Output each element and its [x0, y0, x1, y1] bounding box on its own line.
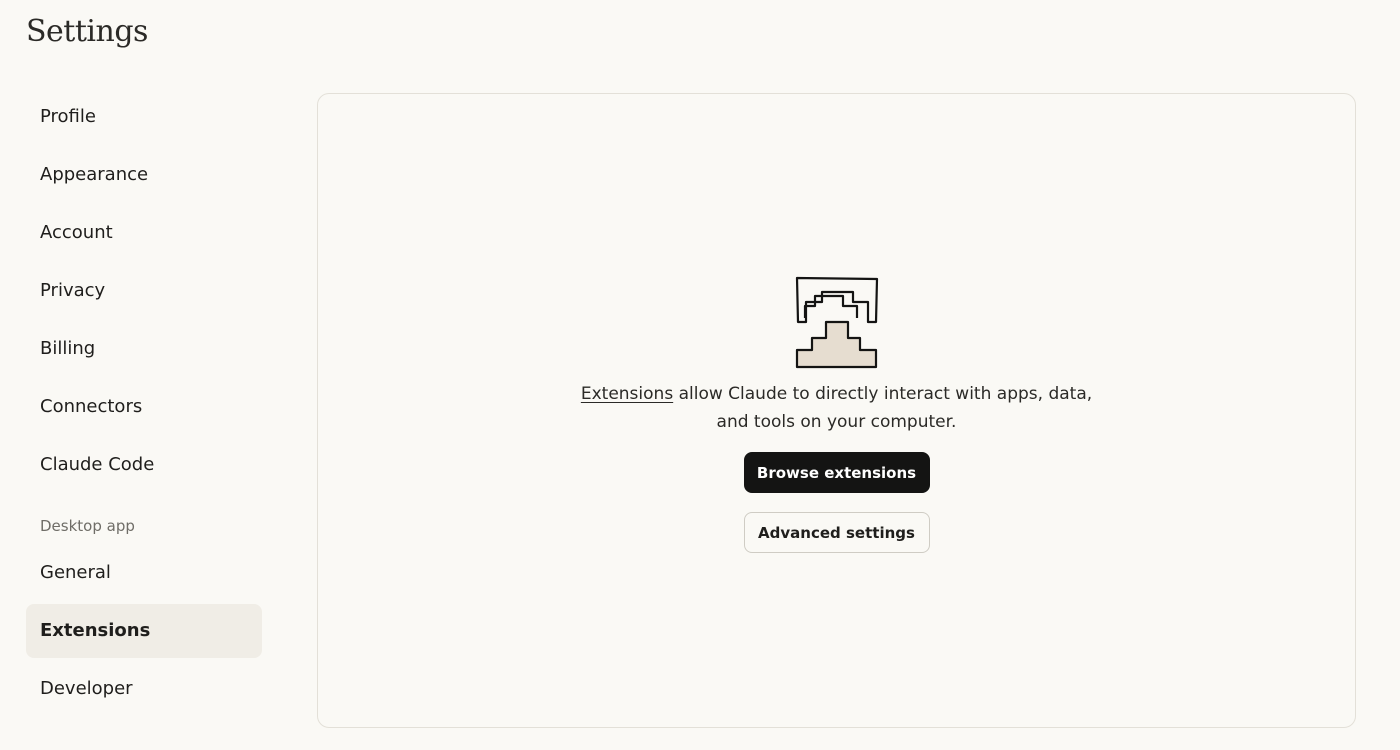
settings-sidebar: Profile Appearance Account Privacy Billi… [26, 90, 262, 720]
sidebar-item-general[interactable]: General [26, 546, 262, 600]
description-line-2: and tools on your computer. [716, 412, 957, 432]
sidebar-item-developer[interactable]: Developer [26, 662, 262, 716]
sidebar-item-billing[interactable]: Billing [26, 322, 262, 376]
extensions-empty-state: Extensions allow Claude to directly inte… [318, 276, 1355, 553]
extensions-link[interactable]: Extensions [581, 384, 673, 404]
sidebar-item-account[interactable]: Account [26, 206, 262, 260]
sidebar-item-privacy[interactable]: Privacy [26, 264, 262, 318]
sidebar-item-extensions[interactable]: Extensions [26, 604, 262, 658]
extensions-panel: Extensions allow Claude to directly inte… [317, 93, 1356, 728]
browse-extensions-button[interactable]: Browse extensions [743, 452, 930, 493]
advanced-settings-button[interactable]: Advanced settings [743, 512, 930, 553]
page-title: Settings [26, 14, 148, 49]
description-line-1: allow Claude to directly interact with a… [673, 384, 1093, 404]
extensions-description: Extensions allow Claude to directly inte… [547, 380, 1127, 436]
sidebar-item-connectors[interactable]: Connectors [26, 380, 262, 434]
sidebar-section-desktop-app: Desktop app [40, 517, 135, 535]
sidebar-item-profile[interactable]: Profile [26, 90, 262, 144]
sidebar-item-claude-code[interactable]: Claude Code [26, 438, 262, 492]
sidebar-item-appearance[interactable]: Appearance [26, 148, 262, 202]
extensions-stack-icon [795, 276, 878, 369]
